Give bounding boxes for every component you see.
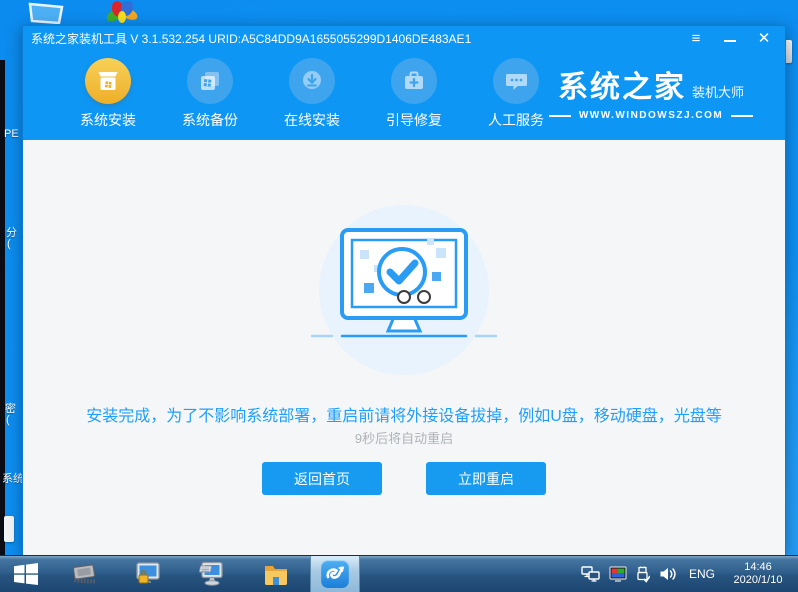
brand-dash-right bbox=[731, 114, 754, 117]
taskbar-clock[interactable]: 14:46 2020/1/10 bbox=[726, 561, 790, 587]
desktop-label-fragment: PE bbox=[4, 128, 19, 140]
desktop-flower-icon[interactable] bbox=[103, 1, 141, 25]
display-settings-icon[interactable] bbox=[609, 566, 627, 582]
nav-label: 系统安装 bbox=[80, 112, 136, 128]
clock-date: 2020/1/10 bbox=[733, 574, 783, 586]
start-button[interactable] bbox=[0, 556, 52, 592]
restart-now-button[interactable]: 立即重启 bbox=[426, 462, 546, 495]
titlebar[interactable]: 系统之家装机工具 V 3.1.532.254 URID:A5C84DD9A165… bbox=[23, 26, 785, 50]
desktop-icon-fragment bbox=[4, 516, 14, 542]
brand-url: WWW.WINDOWSZJ.COM bbox=[578, 110, 724, 121]
desktop-label-fragment: ( bbox=[7, 238, 11, 250]
content-area: 安装完成，为了不影响系统部署，重启前请将外接设备拔掉，例如U盘，移动硬盘，光盘等… bbox=[23, 140, 785, 555]
install-complete-illustration bbox=[310, 205, 498, 375]
clock-time: 14:46 bbox=[744, 561, 772, 573]
volume-icon[interactable] bbox=[659, 566, 678, 582]
brand-name: 系统之家 bbox=[557, 71, 686, 104]
memory-chip-icon bbox=[72, 564, 96, 584]
system-tray: ENG 14:46 2020/1/10 bbox=[581, 561, 798, 587]
brand-dash-left bbox=[548, 114, 571, 117]
nav-bar: 系统安装 系统备份 在线安装 引导修复 人工服务 系统之家 装机大师 WWW.W… bbox=[23, 50, 785, 140]
taskbar-explorer-app[interactable] bbox=[244, 556, 308, 592]
nav-label: 引导修复 bbox=[386, 112, 442, 128]
installer-app-icon bbox=[321, 560, 349, 588]
windows-logo-icon bbox=[14, 563, 38, 585]
minimize-icon[interactable] bbox=[717, 28, 743, 48]
taskbar-locked-pc-app[interactable] bbox=[116, 556, 180, 592]
nav-label: 在线安装 bbox=[284, 112, 340, 128]
backup-icon bbox=[187, 58, 233, 104]
toolbox-icon bbox=[391, 58, 437, 104]
desktop-monitor-icon[interactable] bbox=[26, 2, 66, 24]
computer-icon bbox=[199, 561, 223, 586]
installer-window: 系统之家装机工具 V 3.1.532.254 URID:A5C84DD9A165… bbox=[22, 25, 786, 556]
taskbar: ENG 14:46 2020/1/10 bbox=[0, 555, 798, 592]
brand-logo: 系统之家 装机大师 WWW.WINDOWSZJ.COM bbox=[535, 62, 767, 121]
install-complete-message: 安装完成，为了不影响系统部署，重启前请将外接设备拔掉，例如U盘，移动硬盘，光盘等 bbox=[86, 408, 722, 425]
taskbar-ramdisk-app[interactable] bbox=[52, 556, 116, 592]
taskbar-computer-app[interactable] bbox=[180, 556, 244, 592]
language-indicator[interactable]: ENG bbox=[689, 567, 715, 581]
network-icon[interactable] bbox=[581, 566, 600, 582]
chat-icon bbox=[493, 58, 539, 104]
nav-item-boot-repair[interactable]: 引导修复 bbox=[363, 58, 465, 130]
nav-item-system-install[interactable]: 系统安装 bbox=[57, 58, 159, 130]
brand-tagline: 装机大师 bbox=[691, 85, 744, 100]
back-home-button[interactable]: 返回首页 bbox=[262, 462, 382, 495]
download-icon bbox=[289, 58, 335, 104]
taskbar-installer-app-active[interactable] bbox=[310, 556, 360, 592]
folder-icon bbox=[265, 565, 287, 585]
usb-eject-icon[interactable] bbox=[636, 566, 650, 583]
nav-label: 系统备份 bbox=[182, 112, 238, 128]
nav-item-system-backup[interactable]: 系统备份 bbox=[159, 58, 261, 130]
auto-restart-countdown: 9秒后将自动重启 bbox=[354, 431, 454, 446]
close-icon[interactable]: ✕ bbox=[751, 28, 777, 48]
window-title: 系统之家装机工具 V 3.1.532.254 URID:A5C84DD9A165… bbox=[31, 31, 472, 46]
nav-item-online-install[interactable]: 在线安装 bbox=[261, 58, 363, 130]
desktop-label-fragment: 系统 bbox=[2, 473, 24, 485]
menu-icon[interactable]: ≡ bbox=[683, 28, 709, 48]
install-box-icon bbox=[85, 58, 131, 104]
monitor-lock-icon bbox=[136, 561, 160, 583]
desktop-label-fragment: ( bbox=[6, 414, 10, 426]
desktop: { "colors": { "chrome_blue": "#0e96f4", … bbox=[0, 0, 798, 592]
